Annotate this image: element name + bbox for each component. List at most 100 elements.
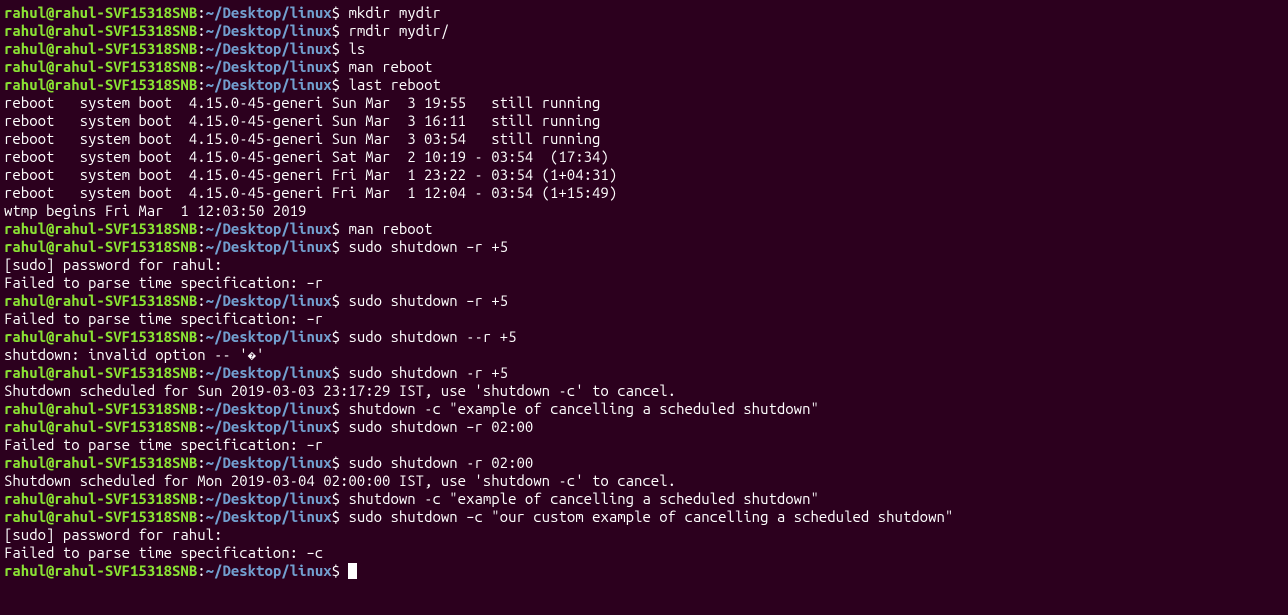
prompt-host: rahul-SVF15318SNB — [54, 238, 197, 255]
output-text: Shutdown scheduled for Sun 2019-03-03 23… — [4, 382, 676, 399]
command-text: sudo shutdown –r 02:00 — [348, 418, 533, 435]
prompt-dollar: $ — [332, 562, 349, 579]
prompt-dollar: $ — [332, 22, 349, 39]
prompt-host: rahul-SVF15318SNB — [54, 40, 197, 57]
terminal-line: rahul@rahul-SVF15318SNB:~/Desktop/linux$… — [4, 454, 1284, 472]
prompt-colon: : — [197, 238, 205, 255]
command-text: rmdir mydir/ — [348, 22, 449, 39]
prompt-colon: : — [197, 76, 205, 93]
prompt-host: rahul-SVF15318SNB — [54, 562, 197, 579]
command-text: shutdown -c "example of cancelling a sch… — [348, 400, 818, 417]
command-text: sudo shutdown -r +5 — [348, 364, 508, 381]
prompt-dollar: $ — [332, 76, 349, 93]
prompt-dollar: $ — [332, 328, 349, 345]
terminal-line: shutdown: invalid option -- '�' — [4, 346, 1284, 364]
command-text: sudo shutdown –r +5 — [348, 238, 508, 255]
terminal-line: rahul@rahul-SVF15318SNB:~/Desktop/linux$… — [4, 76, 1284, 94]
prompt-user: rahul — [4, 58, 46, 75]
prompt-host: rahul-SVF15318SNB — [54, 58, 197, 75]
prompt-user: rahul — [4, 562, 46, 579]
output-text: reboot system boot 4.15.0-45-generi Fri … — [4, 166, 617, 183]
prompt-dollar: $ — [332, 220, 349, 237]
terminal-line: rahul@rahul-SVF15318SNB:~/Desktop/linux$… — [4, 508, 1284, 526]
command-text: sudo shutdown --r +5 — [348, 328, 516, 345]
prompt-path: ~/Desktop/linux — [206, 220, 332, 237]
output-text: Shutdown scheduled for Mon 2019-03-04 02… — [4, 472, 676, 489]
terminal-line: rahul@rahul-SVF15318SNB:~/Desktop/linux$… — [4, 364, 1284, 382]
prompt-host: rahul-SVF15318SNB — [54, 22, 197, 39]
prompt-host: rahul-SVF15318SNB — [54, 508, 197, 525]
output-text: wtmp begins Fri Mar 1 12:03:50 2019 — [4, 202, 306, 219]
prompt-host: rahul-SVF15318SNB — [54, 4, 197, 21]
cursor — [348, 563, 357, 579]
prompt-host: rahul-SVF15318SNB — [54, 292, 197, 309]
prompt-host: rahul-SVF15318SNB — [54, 76, 197, 93]
prompt-dollar: $ — [332, 454, 349, 471]
prompt-colon: : — [197, 364, 205, 381]
prompt-user: rahul — [4, 40, 46, 57]
terminal-line: [sudo] password for rahul: — [4, 256, 1284, 274]
command-text: ls — [348, 40, 365, 57]
command-text: mkdir mydir — [348, 4, 440, 21]
prompt-user: rahul — [4, 508, 46, 525]
terminal-line: reboot system boot 4.15.0-45-generi Sat … — [4, 148, 1284, 166]
output-text: reboot system boot 4.15.0-45-generi Sun … — [4, 130, 600, 147]
output-text: Failed to parse time specification: –c — [4, 544, 323, 561]
terminal-line: rahul@rahul-SVF15318SNB:~/Desktop/linux$ — [4, 562, 1284, 580]
terminal-line: reboot system boot 4.15.0-45-generi Sun … — [4, 94, 1284, 112]
prompt-dollar: $ — [332, 400, 349, 417]
output-text: shutdown: invalid option -- '�' — [4, 346, 264, 363]
terminal-line: reboot system boot 4.15.0-45-generi Sun … — [4, 130, 1284, 148]
terminal-output[interactable]: rahul@rahul-SVF15318SNB:~/Desktop/linux$… — [4, 4, 1284, 580]
prompt-host: rahul-SVF15318SNB — [54, 418, 197, 435]
prompt-colon: : — [197, 562, 205, 579]
terminal-line: Failed to parse time specification: –r — [4, 436, 1284, 454]
terminal-line: Shutdown scheduled for Mon 2019-03-04 02… — [4, 472, 1284, 490]
prompt-host: rahul-SVF15318SNB — [54, 364, 197, 381]
prompt-dollar: $ — [332, 292, 349, 309]
prompt-path: ~/Desktop/linux — [206, 76, 332, 93]
prompt-colon: : — [197, 4, 205, 21]
prompt-path: ~/Desktop/linux — [206, 328, 332, 345]
prompt-dollar: $ — [332, 364, 349, 381]
output-text: reboot system boot 4.15.0-45-generi Fri … — [4, 184, 617, 201]
prompt-colon: : — [197, 400, 205, 417]
terminal-line: rahul@rahul-SVF15318SNB:~/Desktop/linux$… — [4, 58, 1284, 76]
prompt-user: rahul — [4, 292, 46, 309]
prompt-path: ~/Desktop/linux — [206, 364, 332, 381]
prompt-colon: : — [197, 40, 205, 57]
prompt-user: rahul — [4, 220, 46, 237]
prompt-path: ~/Desktop/linux — [206, 58, 332, 75]
prompt-colon: : — [197, 220, 205, 237]
prompt-path: ~/Desktop/linux — [206, 418, 332, 435]
output-text: Failed to parse time specification: –r — [4, 436, 323, 453]
output-text: Failed to parse time specification: –r — [4, 274, 323, 291]
terminal-line: rahul@rahul-SVF15318SNB:~/Desktop/linux$… — [4, 490, 1284, 508]
terminal-line: [sudo] password for rahul: — [4, 526, 1284, 544]
command-text: sudo shutdown -r 02:00 — [348, 454, 533, 471]
prompt-dollar: $ — [332, 490, 349, 507]
output-text: [sudo] password for rahul: — [4, 256, 231, 273]
prompt-colon: : — [197, 58, 205, 75]
terminal-line: reboot system boot 4.15.0-45-generi Sun … — [4, 112, 1284, 130]
prompt-path: ~/Desktop/linux — [206, 4, 332, 21]
prompt-dollar: $ — [332, 238, 349, 255]
prompt-path: ~/Desktop/linux — [206, 40, 332, 57]
terminal-line: rahul@rahul-SVF15318SNB:~/Desktop/linux$… — [4, 238, 1284, 256]
command-text: man reboot — [348, 220, 432, 237]
prompt-path: ~/Desktop/linux — [206, 22, 332, 39]
terminal-line: Shutdown scheduled for Sun 2019-03-03 23… — [4, 382, 1284, 400]
terminal-line: reboot system boot 4.15.0-45-generi Fri … — [4, 166, 1284, 184]
output-text: reboot system boot 4.15.0-45-generi Sat … — [4, 148, 609, 165]
prompt-host: rahul-SVF15318SNB — [54, 490, 197, 507]
prompt-path: ~/Desktop/linux — [206, 562, 332, 579]
terminal-line: rahul@rahul-SVF15318SNB:~/Desktop/linux$… — [4, 40, 1284, 58]
prompt-host: rahul-SVF15318SNB — [54, 454, 197, 471]
terminal-line: Failed to parse time specification: –r — [4, 274, 1284, 292]
prompt-dollar: $ — [332, 508, 349, 525]
terminal-line: rahul@rahul-SVF15318SNB:~/Desktop/linux$… — [4, 292, 1284, 310]
prompt-host: rahul-SVF15318SNB — [54, 400, 197, 417]
prompt-path: ~/Desktop/linux — [206, 490, 332, 507]
prompt-dollar: $ — [332, 40, 349, 57]
prompt-dollar: $ — [332, 418, 349, 435]
